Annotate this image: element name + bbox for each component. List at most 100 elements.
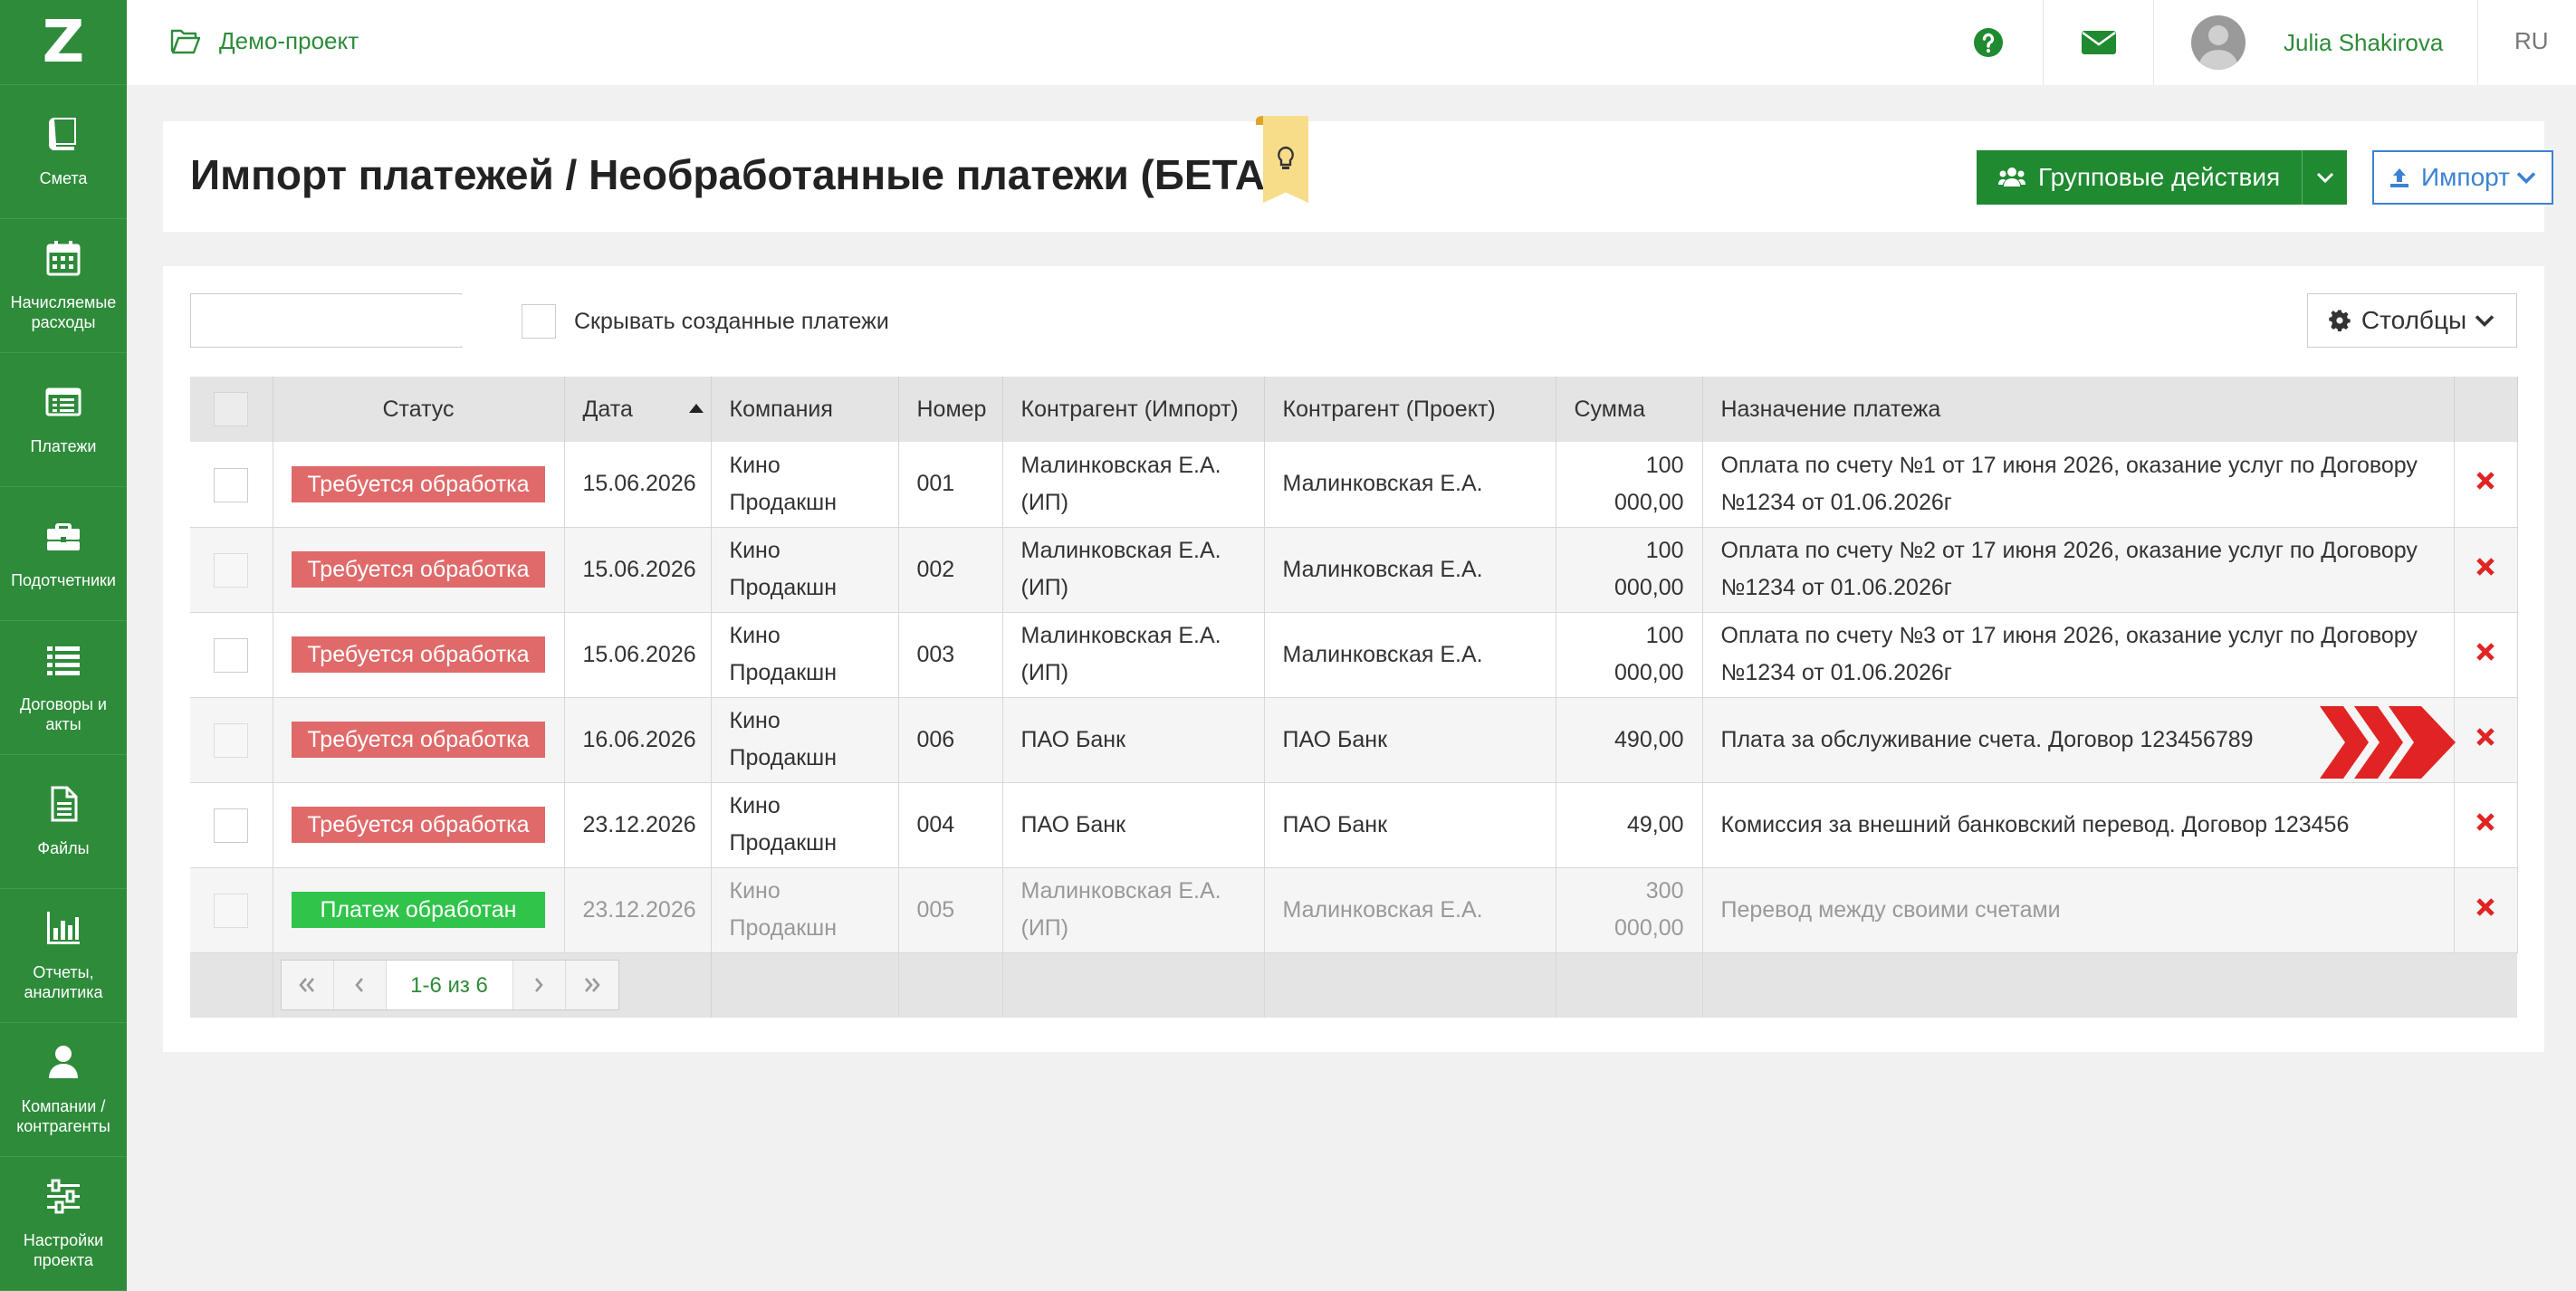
sidebar-item-accountable-persons[interactable]: Подотчетники: [0, 487, 127, 621]
user-icon: [45, 1044, 81, 1080]
sort-asc-icon: [688, 404, 704, 413]
purpose-cell: Оплата по счету №2 от 17 июня 2026, оказ…: [1702, 527, 2455, 613]
delete-icon[interactable]: [2475, 642, 2495, 662]
search-input[interactable]: [211, 295, 492, 346]
delete-icon[interactable]: [2475, 812, 2495, 832]
status-badge[interactable]: Требуется обработка: [292, 807, 545, 843]
envelope-icon: [2082, 31, 2116, 54]
table-row[interactable]: Требуется обработка 23.12.2026 Кино Прод…: [190, 782, 2518, 868]
sidebar-item-reports[interactable]: Отчеты, аналитика: [0, 889, 127, 1023]
status-cell: Требуется обработка: [273, 442, 565, 528]
sidebar-item-accrued-expenses[interactable]: Начисляемые расходы: [0, 219, 127, 353]
group-actions-button[interactable]: Групповые действия: [1977, 150, 2303, 205]
table-row[interactable]: Требуется обработка 16.06.2026 Кино Прод…: [190, 697, 2518, 783]
column-header-company[interactable]: Компания: [711, 377, 899, 442]
row-select-cell: [190, 867, 273, 953]
messages-button[interactable]: [2064, 0, 2133, 85]
delete-cell: [2454, 697, 2518, 783]
group-actions-label: Групповые действия: [2038, 163, 2281, 191]
app-logo[interactable]: Z: [0, 0, 127, 85]
date-cell: 15.06.2026: [564, 612, 712, 698]
chevron-left-icon: [355, 978, 363, 993]
chevron-down-icon: [2516, 172, 2536, 185]
sidebar-item-files[interactable]: Файлы: [0, 755, 127, 889]
amount-cell: 100 000,00: [1556, 527, 1703, 613]
first-page-button[interactable]: [281, 961, 334, 1010]
hide-created-toggle[interactable]: Скрывать созданные платежи: [522, 304, 889, 339]
sidebar-item-companies[interactable]: Компании / контрагенты: [0, 1023, 127, 1157]
purpose-cell: Оплата по счету №1 от 17 июня 2026, оказ…: [1702, 442, 2455, 528]
sidebar-item-project-settings[interactable]: Настройки проекта: [0, 1157, 127, 1291]
row-select-cell: [190, 527, 273, 613]
purpose-cell: Комиссия за внешний банковский перевод. …: [1702, 782, 2455, 868]
footer-cell: [190, 952, 273, 1018]
chevron-down-icon: [2475, 315, 2495, 328]
row-checkbox[interactable]: [214, 637, 249, 673]
chevron-down-icon: [2316, 172, 2333, 184]
column-header-date[interactable]: Дата: [564, 377, 712, 442]
status-cell: Требуется обработка: [273, 527, 565, 613]
status-cell: Требуется обработка: [273, 782, 565, 868]
user-menu[interactable]: Julia Shakirova: [2191, 0, 2443, 85]
delete-cell: [2454, 782, 2518, 868]
delete-icon[interactable]: [2475, 897, 2495, 917]
company-cell: Кино Продакшн: [711, 527, 899, 613]
table-row[interactable]: Требуется обработка 15.06.2026 Кино Прод…: [190, 442, 2518, 528]
amount-cell: 490,00: [1556, 697, 1703, 783]
next-page-button[interactable]: [512, 961, 566, 1010]
row-checkbox[interactable]: [214, 722, 249, 758]
row-checkbox[interactable]: [214, 808, 249, 843]
delete-icon[interactable]: [2475, 727, 2495, 747]
column-header-amount[interactable]: Сумма: [1556, 377, 1703, 442]
column-header-number[interactable]: Номер: [898, 377, 1003, 442]
sidebar-item-contracts[interactable]: Договоры и акты: [0, 621, 127, 755]
status-badge[interactable]: Требуется обработка: [292, 636, 545, 673]
delete-icon[interactable]: [2475, 557, 2495, 577]
date-cell: 15.06.2026: [564, 442, 712, 528]
column-header-purpose[interactable]: Назначение платежа: [1702, 377, 2455, 442]
top-bar: Демо-проект Julia Shakirova RU: [127, 0, 2576, 85]
sidebar-item-payments[interactable]: Платежи: [0, 353, 127, 487]
table-row[interactable]: Требуется обработка 15.06.2026 Кино Прод…: [190, 612, 2518, 698]
footer-cell: [1002, 952, 1265, 1018]
table-row[interactable]: Требуется обработка 15.06.2026 Кино Прод…: [190, 527, 2518, 613]
select-all-cell: [190, 377, 273, 442]
footer-cell: [711, 952, 899, 1018]
group-actions-dropdown-toggle[interactable]: [2302, 150, 2348, 205]
row-checkbox[interactable]: [214, 552, 249, 588]
hint-bookmark[interactable]: [1263, 116, 1308, 203]
chevron-right-icon: [535, 978, 543, 993]
import-label: Импорт: [2421, 163, 2510, 191]
list-icon: [45, 642, 81, 678]
table-row[interactable]: Платеж обработан 23.12.2026 Кино Продакш…: [190, 867, 2518, 953]
column-header-status[interactable]: Статус: [273, 377, 565, 442]
columns-button[interactable]: Столбцы: [2307, 293, 2517, 348]
delete-cell: [2454, 527, 2518, 613]
help-button[interactable]: [1959, 0, 2017, 85]
lightbulb-icon: [1278, 146, 1294, 169]
number-cell: 005: [898, 867, 1003, 953]
row-select-cell: [190, 782, 273, 868]
project-selector[interactable]: Демо-проект: [170, 25, 359, 56]
status-badge[interactable]: Платеж обработан: [292, 892, 545, 928]
status-badge[interactable]: Требуется обработка: [292, 722, 545, 758]
row-checkbox[interactable]: [214, 467, 249, 502]
column-header-counterparty-import[interactable]: Контрагент (Импорт): [1002, 377, 1265, 442]
status-badge[interactable]: Требуется обработка: [292, 551, 545, 588]
last-page-button[interactable]: [565, 961, 618, 1010]
row-checkbox[interactable]: [214, 893, 249, 928]
hide-created-label: Скрывать созданные платежи: [574, 308, 889, 334]
sidebar-item-estimate[interactable]: Смета: [0, 85, 127, 219]
import-button[interactable]: Импорт: [2372, 150, 2553, 205]
column-header-counterparty-project[interactable]: Контрагент (Проект): [1264, 377, 1556, 442]
sidebar-item-label: Компании / контрагенты: [16, 1096, 110, 1135]
counterparty-project-cell: ПАО Банк: [1264, 697, 1556, 783]
delete-icon[interactable]: [2475, 471, 2495, 491]
company-cell: Кино Продакшн: [711, 782, 899, 868]
footer-cell: [1702, 952, 2517, 1018]
status-badge[interactable]: Требуется обработка: [292, 465, 545, 502]
language-switcher[interactable]: RU: [2514, 27, 2549, 55]
select-all-checkbox[interactable]: [214, 392, 249, 426]
prev-page-button[interactable]: [333, 961, 387, 1010]
hide-created-checkbox[interactable]: [522, 304, 556, 339]
